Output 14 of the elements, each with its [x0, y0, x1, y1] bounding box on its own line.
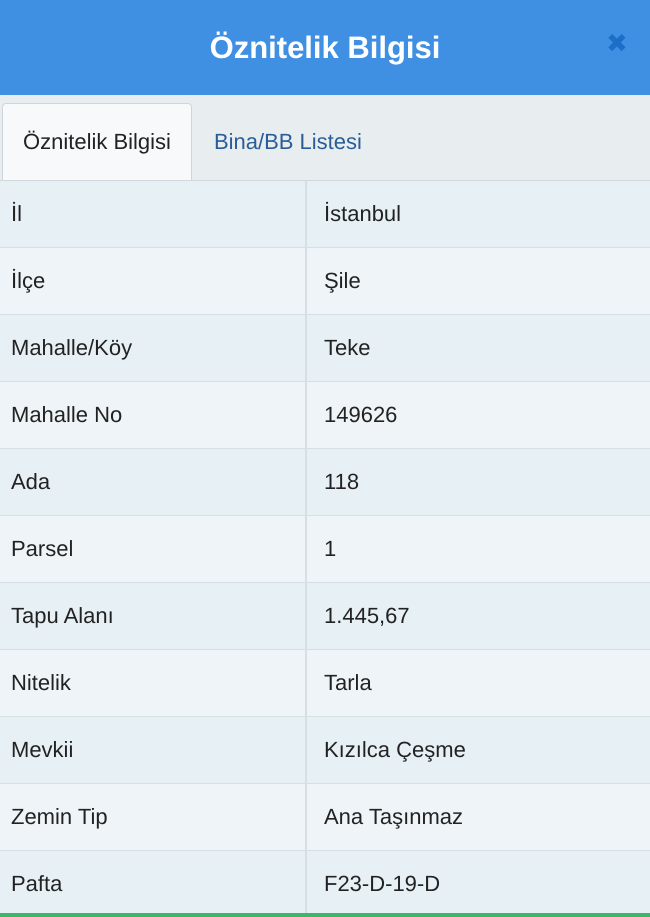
field-value: 1 [323, 535, 338, 563]
field-value: 118 [323, 468, 360, 496]
field-value: İstanbul [323, 200, 402, 228]
field-value: Kızılca Çeşme [323, 736, 467, 764]
field-value: Tarla [323, 669, 373, 697]
field-value: 149626 [323, 401, 398, 429]
field-value: 1.445,67 [323, 602, 411, 630]
tab[interactable]: Öznitelik Bilgisi [2, 103, 192, 180]
field-value: Teke [323, 334, 372, 362]
tab[interactable]: Bina/BB Listesi [194, 103, 382, 180]
field-value: Ana Taşınmaz [323, 803, 464, 831]
window-title: Öznitelik Bilgisi [210, 30, 440, 66]
field-value: F23-D-19-D [323, 870, 442, 898]
field-value: Şile [323, 267, 362, 295]
